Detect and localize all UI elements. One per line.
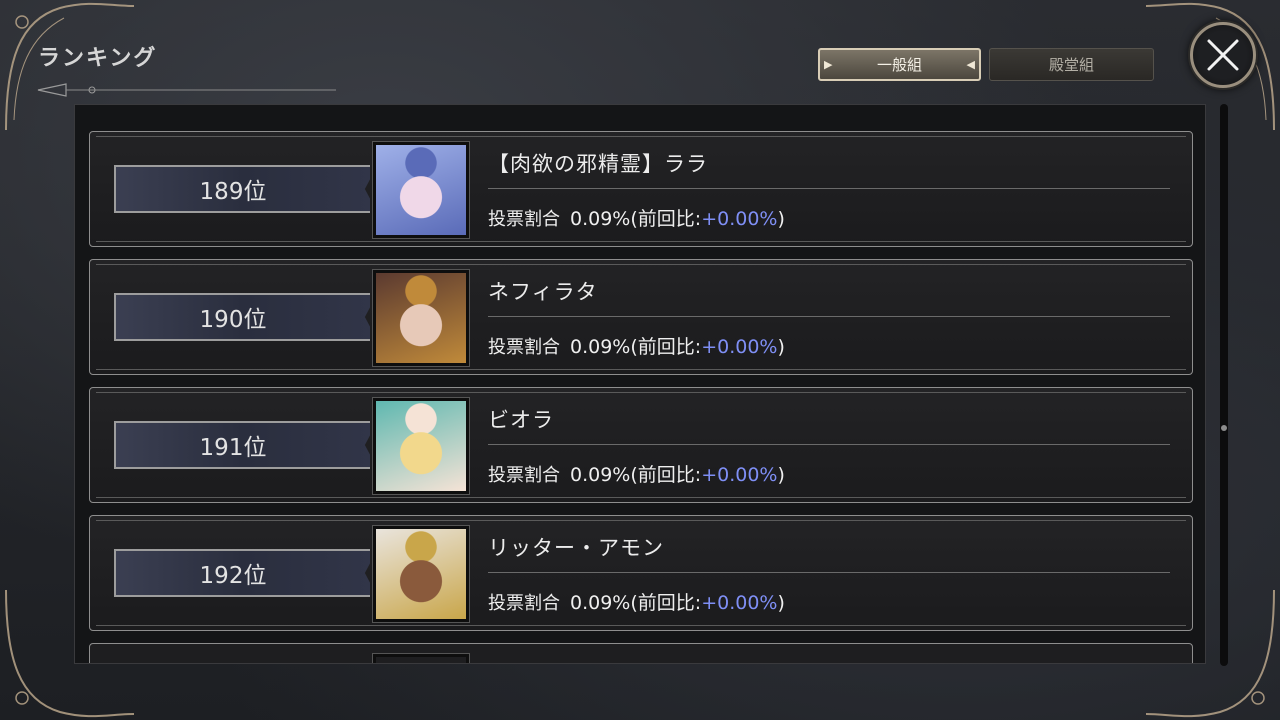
prev-compare-close: ) xyxy=(777,464,785,486)
character-portrait xyxy=(372,653,470,663)
ranking-row[interactable]: 190位 ネフィラタ 投票割合 0.09%(前回比:+0.00%) xyxy=(89,259,1193,375)
vote-stats: 投票割合 0.09%(前回比:+0.00%) xyxy=(488,588,785,615)
group-tabs: ▶ 一般組 ◀ 殿堂組 xyxy=(818,48,1154,81)
vote-ratio-value: 0.09% xyxy=(570,336,631,358)
row-divider xyxy=(488,444,1170,445)
ranking-list[interactable]: 189位 【肉欲の邪精霊】ララ 投票割合 0.09%(前回比:+0.00%) 19… xyxy=(74,104,1206,664)
prev-compare-open: (前回比: xyxy=(630,464,702,486)
vote-ratio-value: 0.09% xyxy=(570,592,631,614)
character-name: ネフィラタ xyxy=(488,280,598,304)
character-name: ビオラ xyxy=(488,408,554,432)
row-divider xyxy=(488,316,1170,317)
prev-compare-diff: +0.00% xyxy=(701,208,778,230)
rank-badge: 190位 xyxy=(114,293,370,341)
rank-label: 189位 xyxy=(199,179,267,205)
close-button[interactable] xyxy=(1190,22,1256,88)
vote-stats: 投票割合 0.09%(前回比:+0.00%) xyxy=(488,204,785,231)
prev-compare-open: (前回比: xyxy=(630,336,702,358)
tab-label: 一般組 xyxy=(876,56,922,74)
title-underline-ornament xyxy=(37,83,336,97)
rank-badge: 192位 xyxy=(114,549,370,597)
ranking-row-partial[interactable] xyxy=(89,643,1193,663)
vote-ratio-label: 投票割合 xyxy=(488,209,560,230)
prev-compare-diff: +0.00% xyxy=(701,464,778,486)
tab-general-group[interactable]: ▶ 一般組 ◀ xyxy=(818,48,981,81)
tab-label: 殿堂組 xyxy=(1048,56,1094,74)
ranking-row[interactable]: 192位 リッター・アモン 投票割合 0.09%(前回比:+0.00%) xyxy=(89,515,1193,631)
character-portrait xyxy=(372,269,470,367)
prev-compare-close: ) xyxy=(777,208,785,230)
ranking-row[interactable]: 191位 ビオラ 投票割合 0.09%(前回比:+0.00%) xyxy=(89,387,1193,503)
character-portrait xyxy=(372,397,470,495)
rank-label: 192位 xyxy=(199,563,267,589)
vote-ratio-value: 0.09% xyxy=(570,208,631,230)
vote-ratio-label: 投票割合 xyxy=(488,465,560,486)
vote-stats: 投票割合 0.09%(前回比:+0.00%) xyxy=(488,332,785,359)
vote-ratio-value: 0.09% xyxy=(570,464,631,486)
character-portrait xyxy=(372,525,470,623)
prev-compare-diff: +0.00% xyxy=(701,336,778,358)
character-name: リッター・アモン xyxy=(488,536,664,560)
row-divider xyxy=(488,188,1170,189)
tab-hall-of-fame-group[interactable]: 殿堂組 xyxy=(989,48,1154,81)
prev-compare-close: ) xyxy=(777,336,785,358)
prev-compare-diff: +0.00% xyxy=(701,592,778,614)
vote-stats: 投票割合 0.09%(前回比:+0.00%) xyxy=(488,460,785,487)
vote-ratio-label: 投票割合 xyxy=(488,337,560,358)
list-scrollbar[interactable] xyxy=(1220,104,1228,666)
rank-label: 190位 xyxy=(199,307,267,333)
page-title: ランキング xyxy=(38,46,158,71)
vote-ratio-label: 投票割合 xyxy=(488,593,560,614)
list-scroll-thumb[interactable] xyxy=(1221,425,1227,431)
tab-left-arrow-icon: ▶ xyxy=(824,58,833,71)
character-portrait xyxy=(372,141,470,239)
prev-compare-open: (前回比: xyxy=(630,208,702,230)
row-divider xyxy=(488,572,1170,573)
prev-compare-close: ) xyxy=(777,592,785,614)
ranking-row[interactable]: 189位 【肉欲の邪精霊】ララ 投票割合 0.09%(前回比:+0.00%) xyxy=(89,131,1193,247)
close-icon xyxy=(1207,39,1239,71)
tab-right-arrow-icon: ◀ xyxy=(966,58,975,71)
character-name: 【肉欲の邪精霊】ララ xyxy=(488,152,708,176)
rank-badge: 189位 xyxy=(114,165,370,213)
prev-compare-open: (前回比: xyxy=(630,592,702,614)
rank-label: 191位 xyxy=(199,435,267,461)
rank-badge: 191位 xyxy=(114,421,370,469)
